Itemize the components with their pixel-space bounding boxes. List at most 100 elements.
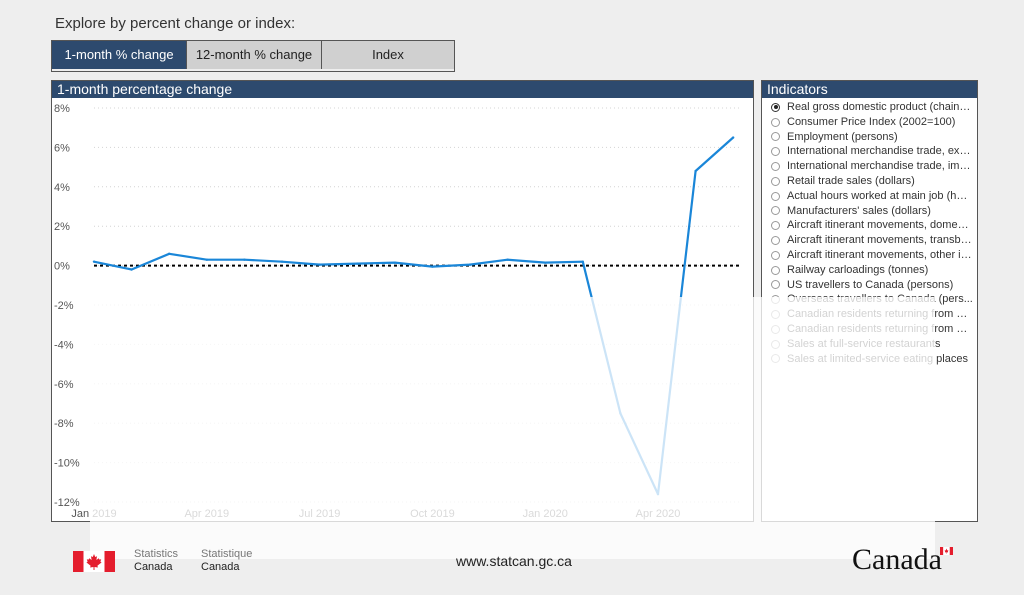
radio-button[interactable] [771,206,780,216]
radio-button[interactable] [771,132,780,142]
indicator-item[interactable]: Actual hours worked at main job (hou... [771,189,973,204]
signature-fr: Statistique Canada [201,548,252,574]
data-point [732,136,735,139]
indicator-label: International merchandise trade, imp... [787,160,973,173]
radio-button[interactable] [771,117,780,127]
indicator-label: Railway carloadings (tonnes) [787,263,929,276]
radio-button[interactable] [771,147,780,157]
radio-button[interactable] [771,295,780,305]
data-point [168,252,171,255]
wordmark-flag-icon [940,547,953,555]
y-tick-label: -10% [54,458,80,470]
indicator-item[interactable]: US travellers to Canada (persons) [771,278,973,293]
indicator-label: Canadian residents returning from ov... [787,322,973,335]
data-point [243,258,246,261]
y-tick-label: -6% [54,379,74,391]
radio-button[interactable] [771,191,780,201]
tab-12-month[interactable]: 12-month % change [187,41,322,69]
radio-button[interactable] [771,221,780,231]
radio-button[interactable] [771,324,780,334]
indicator-item[interactable]: Real gross domestic product (chaine... [771,100,973,115]
indicator-label: Canadian residents returning from U... [787,308,973,321]
radio-button[interactable] [771,162,780,172]
indicator-label: Overseas travellers to Canada (pers... [787,293,973,306]
data-point [92,260,96,263]
y-tick-label: 0% [54,261,70,273]
indicator-item[interactable]: Aircraft itinerant movements, transbo... [771,233,973,248]
x-tick-label: Jul 2019 [299,508,341,520]
indicators-panel: Indicators Real gross domestic product (… [761,80,978,522]
chart-panel: 1-month percentage change 8% 6% 4% 2% 0% -2% -… [51,80,754,522]
x-tick-label: Jan 2020 [523,508,568,520]
radio-button[interactable] [771,250,780,260]
data-point [619,412,622,415]
data-point [356,262,359,265]
view-tabs: 1-month % change 12-month % change Index [51,40,455,72]
series-line [93,136,734,496]
indicator-item[interactable]: Sales at full-service restaurants [771,337,973,352]
indicator-item[interactable]: Employment (persons) [771,130,973,145]
indicator-item[interactable]: Consumer Price Index (2002=100) [771,115,973,130]
y-tick-label: -4% [54,339,74,351]
canada-wordmark: Canada [852,543,942,576]
chart-panel-title: 1-month percentage change [52,81,753,98]
canada-flag-icon [73,551,115,572]
tab-index[interactable]: Index [322,41,454,69]
line-chart: 8%6%4%2%0%-2%-4%-6%-8%-10%-12%Jan 2019 Ap… [54,103,742,520]
indicator-label: International merchandise trade, exp... [787,145,973,158]
data-point [468,263,472,266]
indicator-list: Real gross domestic product (chaine... Co… [762,98,977,366]
signature-en-line1: Statistics [134,548,179,560]
indicator-label: Sales at full-service restaurants [787,337,941,350]
data-point [544,261,547,264]
radio-button[interactable] [771,176,780,186]
radio-button[interactable] [771,236,780,246]
indicator-item[interactable]: International merchandise trade, exp... [771,144,973,159]
signature-fr-line1: Statistique [201,548,253,560]
radio-button[interactable] [771,339,780,349]
radio-button[interactable] [771,102,780,112]
indicator-label: Real gross domestic product (chaine... [787,101,973,113]
signature-fr-line2: Canada [201,561,240,573]
radio-button[interactable] [771,280,780,290]
indicator-item[interactable]: Railway carloadings (tonnes) [771,263,973,278]
y-tick-label: 8% [54,103,70,115]
x-tick-label: Apr 2019 [184,508,229,520]
indicator-label: Aircraft itinerant movements, transbo... [787,234,973,247]
data-point [656,492,660,496]
indicator-item[interactable]: Overseas travellers to Canada (pers... [771,292,973,307]
data-point [506,258,509,261]
indicator-item[interactable]: International merchandise trade, imp... [771,159,973,174]
y-tick-label: -2% [54,300,74,312]
indicators-title: Indicators [762,81,977,98]
signature-en: Statistics Canada [134,548,178,574]
indicator-label: Aircraft itinerant movements, other in..… [787,248,973,261]
x-tick-label: Jan 2019 [71,508,116,520]
radio-button[interactable] [771,354,780,364]
indicator-label: Aircraft itinerant movements, domesti... [787,219,973,232]
footer-website-link[interactable]: www.statcan.gc.ca [456,553,572,569]
tab-1-month[interactable]: 1-month % change [52,41,187,69]
radio-button[interactable] [771,310,780,320]
data-point [393,261,396,264]
indicator-label: US travellers to Canada (persons) [787,278,954,291]
indicator-item[interactable]: Retail trade sales (dollars) [771,174,973,189]
indicator-item[interactable]: Manufacturers' sales (dollars) [771,204,973,219]
indicator-label: Manufacturers' sales (dollars) [787,204,931,217]
y-tick-label: 4% [54,182,70,194]
data-point [318,263,321,266]
indicator-item[interactable]: Canadian residents returning from U... [771,307,973,322]
y-tick-label: 2% [54,221,70,233]
indicator-item[interactable]: Canadian residents returning from ov... [771,322,973,337]
radio-button[interactable] [771,265,780,275]
y-tick-label: -8% [54,418,74,430]
indicator-item[interactable]: Sales at limited-service eating places [771,352,973,367]
x-tick-label: Apr 2020 [636,508,681,520]
data-point [581,260,584,263]
indicator-label: Consumer Price Index (2002=100) [787,115,956,128]
indicator-item[interactable]: Aircraft itinerant movements, other in..… [771,248,973,263]
indicator-label: Actual hours worked at main job (hou... [787,189,973,202]
indicator-item[interactable]: Aircraft itinerant movements, domesti... [771,218,973,233]
indicator-label: Retail trade sales (dollars) [787,174,915,187]
data-point [431,265,434,268]
